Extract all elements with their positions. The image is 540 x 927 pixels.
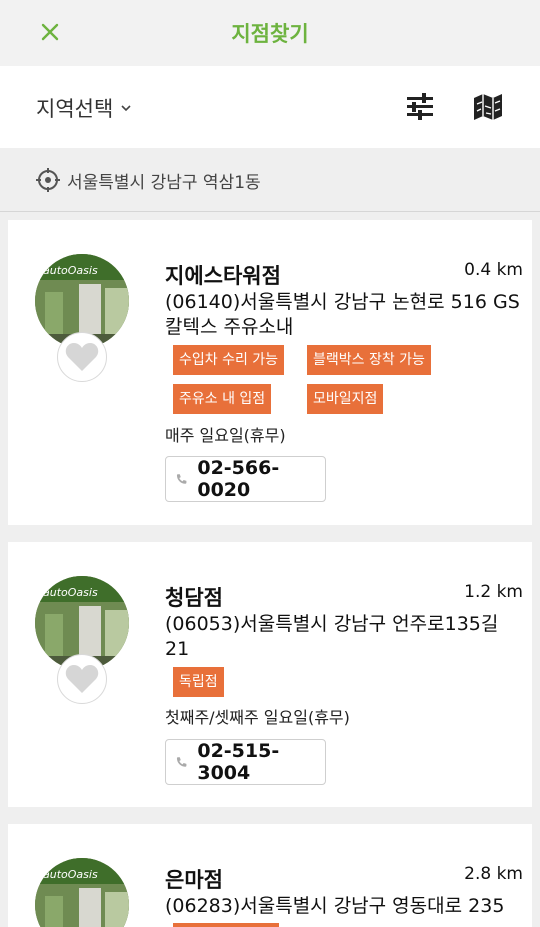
- region-select[interactable]: 지역선택: [36, 93, 131, 123]
- region-select-label: 지역선택: [36, 97, 114, 121]
- branch-address: (06283)서울특별시 강남구 영동대로 235: [165, 895, 505, 917]
- branch-address: (06053)서울특별시 강남구 언주로135길 21: [165, 613, 499, 660]
- crosshair-icon: [36, 168, 60, 192]
- tag-badge: 수입차 수리 가능: [173, 345, 285, 375]
- current-location-text: 서울특별시 강남구 역삼1동: [67, 173, 261, 193]
- branch-photo: autoOasis: [35, 858, 129, 927]
- branch-distance: 1.2 km: [464, 582, 523, 602]
- branch-name: 은마점: [165, 868, 223, 892]
- heart-icon: [65, 343, 99, 371]
- svg-text:autoOasis: autoOasis: [43, 586, 98, 599]
- tag-badge: 독립점: [173, 667, 224, 697]
- branch-name: 청담점: [165, 586, 223, 610]
- favorite-button[interactable]: [57, 654, 107, 704]
- phone-icon: [176, 474, 187, 484]
- favorite-button[interactable]: [57, 332, 107, 382]
- branch-hours: 첫째주/셋째주 일요일(휴무): [165, 708, 350, 727]
- map-view-button[interactable]: [472, 90, 504, 122]
- phone-number: 02-566-0020: [197, 457, 280, 501]
- svg-text:autoOasis: autoOasis: [43, 868, 98, 881]
- sliders-icon: [407, 93, 433, 120]
- filter-bar: 지역선택: [0, 66, 540, 148]
- heart-icon: [65, 665, 99, 693]
- map-icon: [474, 94, 502, 120]
- branch-card[interactable]: autoOasis 은마점 2.8 km (06283)서울특별시 강남구 영동…: [8, 824, 532, 927]
- top-bar: 지점찾기: [0, 0, 540, 66]
- branch-name: 지에스타워점: [165, 264, 281, 288]
- tag-badge: 주유소 내 입점: [173, 384, 272, 414]
- branch-address: (06140)서울특별시 강남구 논현로 516 GS칼텍스 주유소내: [165, 291, 520, 338]
- branch-card[interactable]: autoOasis 청담점 1.2 km (06053)서울특별시 강남구 언주…: [8, 542, 532, 807]
- branch-hours: 매주 일요일(휴무): [165, 426, 286, 445]
- branch-distance: 0.4 km: [464, 260, 523, 280]
- current-location-bar[interactable]: 서울특별시 강남구 역삼1동: [0, 148, 540, 212]
- phone-button[interactable]: 02-515-3004: [165, 739, 326, 785]
- branch-distance: 2.8 km: [464, 864, 523, 884]
- chevron-down-icon: [121, 105, 131, 112]
- tag-badge: 모바일지점: [307, 384, 384, 414]
- tag-badge: [173, 923, 279, 927]
- svg-text:autoOasis: autoOasis: [43, 264, 98, 277]
- phone-button[interactable]: 02-566-0020: [165, 456, 326, 502]
- filter-button[interactable]: [404, 90, 436, 122]
- phone-number: 02-515-3004: [197, 740, 280, 784]
- tag-badge: 블랙박스 장착 가능: [307, 345, 431, 375]
- page-title: 지점찾기: [231, 22, 309, 46]
- phone-icon: [176, 757, 187, 767]
- branch-card[interactable]: autoOasis 지에스타워점 0.4 km (06140)서울특별시 강남구…: [8, 220, 532, 525]
